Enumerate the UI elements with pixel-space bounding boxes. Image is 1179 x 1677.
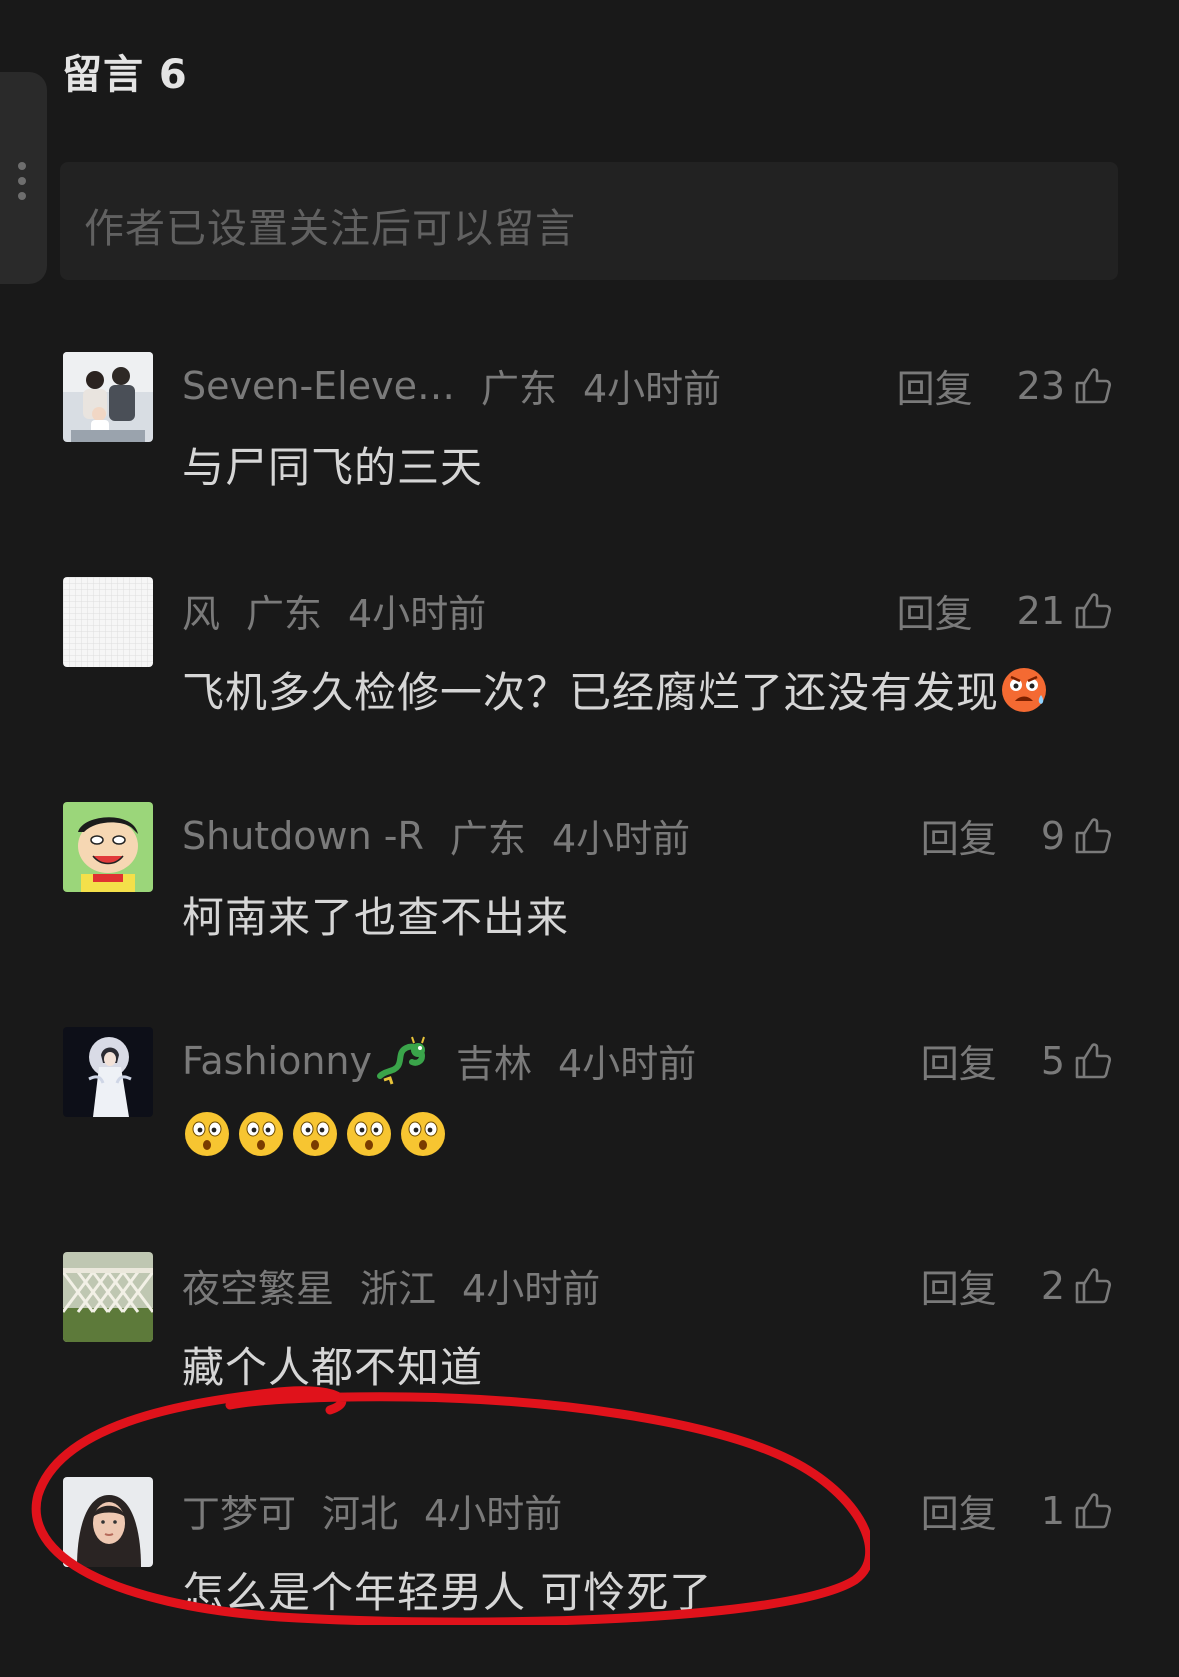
thumbs-up-icon[interactable] [1071,589,1115,633]
like-count: 5 [1040,1038,1065,1083]
comment-input[interactable]: 作者已设置关注后可以留言 [60,162,1118,280]
comment-actions: 回复 2 [921,1258,1115,1313]
reply-button[interactable]: 回复 [921,1033,997,1088]
reply-button[interactable]: 回复 [921,808,997,863]
reply-button[interactable]: 回复 [897,583,973,638]
avatar[interactable] [63,802,153,892]
comment-meta: Seven-Eleve… 广东 4小时前 [182,358,721,413]
thumbs-up-icon[interactable] [1071,1489,1115,1533]
comment-text-content: 飞机多久检修一次？已经腐烂了还没有发现 [182,668,1000,717]
comment-item: 夜空繁星 浙江 4小时前 回复 2 藏个人都不知道 [0,1252,1179,1452]
comment-meta: Shutdown -R 广东 4小时前 [182,808,690,863]
commenter-region: 广东 [246,592,323,636]
comment-time: 4小时前 [462,1267,601,1311]
more-dots-icon [18,162,26,200]
comments-title: 留言 6 [62,52,188,98]
comment-meta: 夜空繁星 浙江 4小时前 [182,1258,600,1313]
comment-actions: 回复 21 [897,583,1115,638]
thumbs-up-icon[interactable] [1071,364,1115,408]
commenter-name[interactable]: 风 [182,583,220,638]
side-drawer-handle[interactable] [0,72,47,284]
reply-button[interactable]: 回复 [921,1483,997,1538]
comment-meta: 丁梦可 河北 4小时前 [182,1483,562,1538]
comment-text: 飞机多久检修一次？已经腐烂了还没有发现 [182,659,1053,720]
commenter-name[interactable]: 丁梦可 [182,1483,296,1538]
comment-time: 4小时前 [348,592,487,636]
comment-text: 柯南来了也查不出来 [182,893,570,942]
comment-text: 怎么是个年轻男人 可怜死了 [182,1568,713,1617]
comment-item: 风 广东 4小时前 回复 21 飞机多久检修一次？已经腐烂了还没有发现 [0,577,1179,777]
avatar[interactable] [63,1252,153,1342]
comment-text: 与尸同飞的三天 [182,443,484,492]
comment-actions: 回复 9 [921,808,1115,863]
shocked-face-emoji [293,1112,337,1156]
avatar[interactable] [63,577,153,667]
like-count: 2 [1040,1263,1065,1308]
comment-time: 4小时前 [583,367,722,411]
thumbs-up-icon[interactable] [1071,1039,1115,1083]
commenter-region: 浙江 [360,1267,437,1311]
comment-time: 4小时前 [424,1492,563,1536]
comment-item: Shutdown -R 广东 4小时前 回复 9 柯南来了也查不出来 [0,802,1179,1002]
like-count: 21 [1016,588,1065,633]
commenter-region: 广东 [449,817,526,861]
avatar[interactable] [63,352,153,442]
comment-actions: 回复 23 [897,358,1115,413]
comment-item: Seven-Eleve… 广东 4小时前 回复 23 与尸同飞的三天 [0,352,1179,552]
shocked-face-emoji [185,1112,229,1156]
commenter-name[interactable]: Shutdown -R [182,814,424,858]
dragon-emoji [377,1036,426,1084]
like-count: 9 [1040,813,1065,858]
comment-text: 藏个人都不知道 [182,1343,484,1392]
shocked-face-emoji [401,1112,445,1156]
shocked-sweat-emoji [1002,667,1047,712]
reply-button[interactable]: 回复 [921,1258,997,1313]
commenter-name[interactable]: Fashionny [182,1039,372,1083]
thumbs-up-icon[interactable] [1071,814,1115,858]
commenter-region: 吉林 [456,1042,533,1086]
avatar[interactable] [63,1027,153,1117]
commenter-name[interactable]: Seven-Eleve… [182,364,455,408]
thumbs-up-icon[interactable] [1071,1264,1115,1308]
comment-actions: 回复 1 [921,1483,1115,1538]
comment-input-placeholder: 作者已设置关注后可以留言 [84,206,576,252]
commenter-region: 河北 [322,1492,399,1536]
comment-item: Fashionny 吉林 4小时前 回复 5 [0,1027,1179,1227]
like-count: 1 [1040,1488,1065,1533]
commenter-region: 广东 [480,367,557,411]
commenter-name[interactable]: 夜空繁星 [182,1258,334,1313]
comment-meta: 风 广东 4小时前 [182,583,486,638]
comment-time: 4小时前 [558,1042,697,1086]
comment-text [182,1109,452,1159]
shocked-face-emoji [239,1112,283,1156]
like-count: 23 [1016,363,1065,408]
comment-time: 4小时前 [551,817,691,861]
comment-meta: Fashionny 吉林 4小时前 [182,1033,696,1088]
comment-actions: 回复 5 [921,1033,1115,1088]
shocked-face-emoji [347,1112,391,1156]
comment-item: 丁梦可 河北 4小时前 回复 1 怎么是个年轻男人 可怜死了 [0,1477,1179,1677]
avatar[interactable] [63,1477,153,1567]
reply-button[interactable]: 回复 [897,358,973,413]
